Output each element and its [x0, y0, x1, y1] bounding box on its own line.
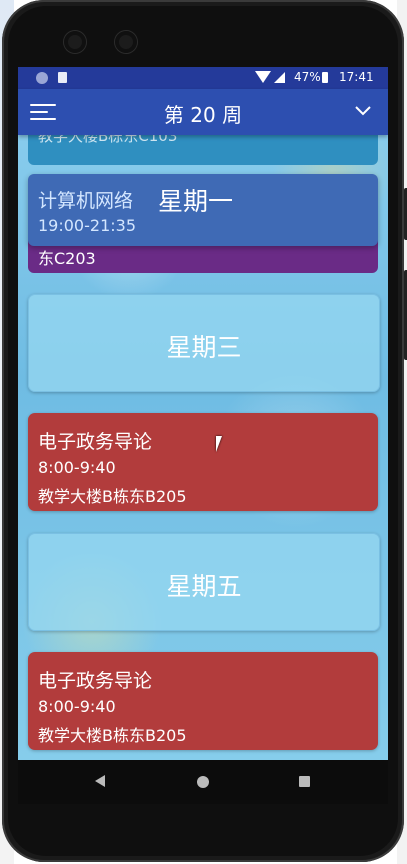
course-location: 教学大楼B栋东B205 [38, 487, 187, 506]
course-card[interactable]: 电子政务导论 8:00-9:40 教学大楼B栋东B205 [28, 652, 378, 750]
course-time: 8:00-9:40 [38, 458, 116, 477]
course-location: 教学大楼B栋东B205 [38, 726, 187, 745]
week-title: 第 20 周 [163, 103, 243, 127]
dragged-course-card[interactable]: 计算机网络 星期一 19:00-21:35 [28, 174, 378, 246]
battery-percent: 47% [294, 70, 321, 84]
system-nav-bar [18, 760, 388, 804]
status-time: 17:41 [339, 70, 374, 84]
home-icon[interactable] [197, 776, 209, 788]
wifi-icon [255, 71, 271, 83]
status-bar: 47% 17:41 [18, 67, 388, 89]
chevron-down-icon[interactable] [354, 101, 372, 119]
day-card-friday[interactable]: 星期五 [28, 533, 380, 631]
notification-dot-icon [36, 72, 48, 84]
battery-icon [322, 72, 328, 83]
day-label: 星期五 [166, 572, 242, 601]
day-card-wednesday[interactable]: 星期三 [28, 294, 380, 392]
course-time: 8:00-9:40 [38, 697, 116, 716]
sensor-icon [115, 31, 137, 53]
recents-icon[interactable] [299, 776, 310, 787]
course-card[interactable]: 电子政务导论 8:00-9:40 教学大楼B栋东B205 [28, 413, 378, 511]
course-name: 电子政务导论 [38, 431, 153, 453]
app-bar: 第 20 周 [18, 89, 388, 135]
cell-signal-icon [274, 72, 285, 83]
course-name: 计算机网络 [38, 190, 134, 212]
phone-screen: 教学大楼B栋东C103 东C203 计算机网络 星期一 19:00-21:35 … [18, 67, 388, 760]
day-label: 星期三 [166, 333, 242, 362]
back-icon[interactable] [95, 775, 105, 787]
course-time: 19:00-21:35 [38, 216, 136, 235]
course-location: 东C203 [38, 249, 96, 268]
sd-card-icon [58, 72, 67, 83]
day-label: 星期一 [158, 187, 234, 216]
mouse-cursor-icon [216, 436, 222, 452]
camera-icon [64, 31, 86, 53]
course-name: 电子政务导论 [38, 670, 153, 692]
